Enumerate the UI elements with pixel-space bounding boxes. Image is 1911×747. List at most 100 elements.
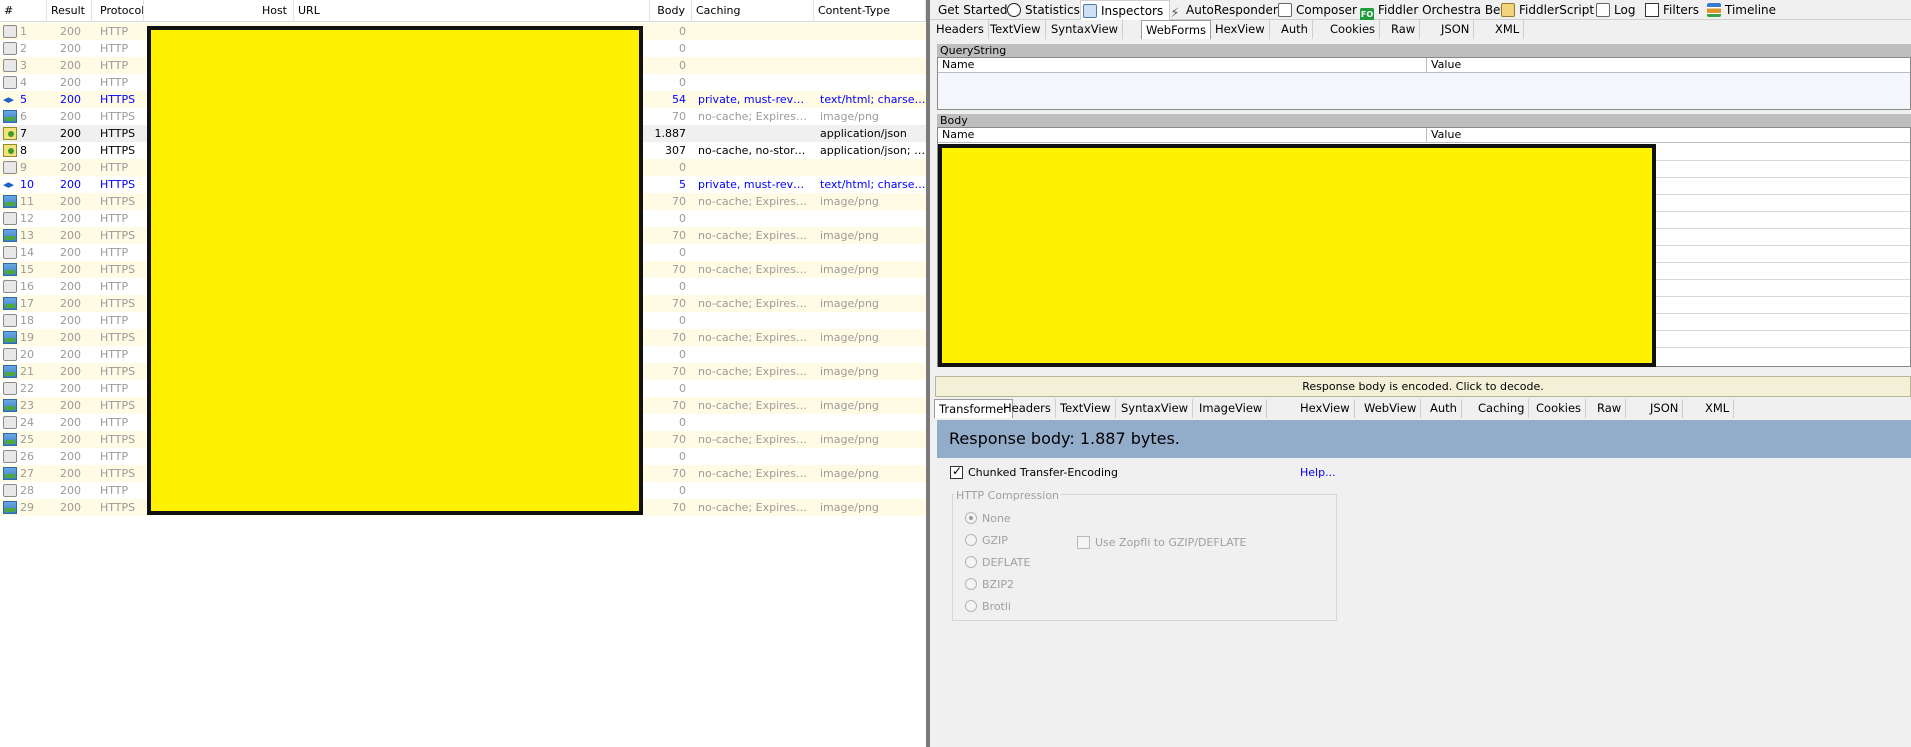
resp-tab-imageview[interactable]: ImageView	[1195, 399, 1268, 418]
tab-log[interactable]: Log	[1594, 0, 1635, 20]
row-caching: no-cache; Expires: -1	[698, 467, 808, 480]
radio-brotli[interactable]	[965, 600, 977, 612]
help-link[interactable]: Help...	[1300, 466, 1336, 479]
radio-deflate-label[interactable]: DEFLATE	[982, 556, 1030, 569]
row-protocol: HTTP	[100, 246, 129, 259]
row-result: 200	[60, 144, 81, 157]
row-body-size: 70	[672, 110, 686, 123]
tab-timeline[interactable]: Timeline	[1705, 0, 1776, 20]
row-content-type: image/png	[820, 331, 879, 344]
req-tab-raw[interactable]: Raw	[1387, 20, 1421, 39]
row-protocol: HTTP	[100, 212, 129, 225]
col-result[interactable]: Result	[47, 0, 92, 22]
col-host[interactable]: Host	[144, 0, 294, 22]
row-body-size: 70	[672, 195, 686, 208]
tab-composer[interactable]: Composer	[1276, 0, 1357, 20]
resp-tab-caching[interactable]: Caching	[1474, 399, 1530, 418]
row-body-size: 0	[679, 59, 686, 72]
row-number: 20	[20, 348, 34, 361]
row-caching: no-cache; Expires: -1	[698, 297, 808, 310]
row-protocol: HTTPS	[100, 229, 136, 242]
row-number: 26	[20, 450, 34, 463]
row-content-type: image/png	[820, 110, 879, 123]
col-body[interactable]: Body	[650, 0, 692, 22]
req-tab-cookies[interactable]: Cookies	[1326, 20, 1381, 39]
redacted-host-url-block	[147, 26, 643, 515]
request-tab-strip: Headers TextView SyntaxView WebForms Hex…	[930, 20, 1911, 39]
row-number: 22	[20, 382, 34, 395]
row-result: 200	[60, 42, 81, 55]
pencil-icon	[1278, 3, 1292, 17]
zopfli-checkbox[interactable]	[1077, 536, 1090, 549]
tab-fiddlerscript[interactable]: FiddlerScript	[1499, 0, 1594, 20]
row-content-type: image/png	[820, 297, 879, 310]
resp-tab-syntaxview[interactable]: SyntaxView	[1117, 399, 1194, 418]
radio-bzip2-label[interactable]: BZIP2	[982, 578, 1014, 591]
body-col-value: Value	[1426, 128, 1461, 142]
radio-deflate[interactable]	[965, 556, 977, 568]
row-number: 21	[20, 365, 34, 378]
tab-inspectors[interactable]: Inspectors	[1080, 0, 1171, 21]
radio-none[interactable]	[965, 512, 977, 524]
req-tab-xml[interactable]: XML	[1491, 20, 1525, 39]
tab-autoresponder[interactable]: ⚡ AutoResponder	[1166, 0, 1277, 21]
tab-filters[interactable]: Filters	[1643, 0, 1699, 20]
radio-none-label[interactable]: None	[982, 512, 1011, 525]
row-content-type: application/json; chars	[820, 144, 926, 157]
tab-get-started[interactable]: Get Started	[936, 0, 1008, 20]
resp-tab-auth[interactable]: Auth	[1426, 399, 1462, 418]
resp-tab-headers[interactable]: Headers	[999, 399, 1056, 418]
row-protocol: HTTP	[100, 280, 129, 293]
resp-tab-textview[interactable]: TextView	[1056, 399, 1116, 418]
row-result: 200	[60, 127, 81, 140]
req-tab-syntaxview[interactable]: SyntaxView	[1047, 20, 1124, 39]
radio-gzip[interactable]	[965, 534, 977, 546]
chunked-checkbox[interactable]	[950, 464, 963, 479]
req-tab-headers[interactable]: Headers	[932, 20, 989, 39]
row-protocol: HTTP	[100, 59, 129, 72]
row-result: 200	[60, 178, 81, 191]
row-protocol: HTTP	[100, 76, 129, 89]
lock-icon	[3, 314, 17, 327]
req-tab-auth[interactable]: Auth	[1277, 20, 1313, 39]
radio-brotli-label[interactable]: Brotli	[982, 600, 1011, 613]
resp-tab-cookies[interactable]: Cookies	[1532, 399, 1587, 418]
zopfli-label[interactable]: Use Zopfli to GZIP/DEFLATE	[1095, 536, 1246, 549]
tab-label: Inspectors	[1101, 4, 1164, 18]
col-caching[interactable]: Caching	[692, 0, 814, 22]
col-number[interactable]: #	[0, 0, 47, 22]
radio-gzip-label[interactable]: GZIP	[982, 534, 1008, 547]
resp-tab-hexview[interactable]: HexView	[1296, 399, 1355, 418]
row-number: 25	[20, 433, 34, 446]
col-url[interactable]: URL	[294, 0, 650, 22]
col-protocol[interactable]: Protocol	[92, 0, 144, 22]
row-protocol: HTTPS	[100, 467, 136, 480]
row-caching: private, must-revali...	[698, 93, 808, 106]
querystring-grid[interactable]: Name Value	[937, 57, 1911, 110]
resp-tab-raw[interactable]: Raw	[1593, 399, 1627, 418]
row-result: 200	[60, 195, 81, 208]
tab-fiddler-orchestra[interactable]: FO Fiddler Orchestra Beta	[1358, 0, 1513, 22]
radio-bzip2[interactable]	[965, 578, 977, 590]
resp-tab-xml[interactable]: XML	[1701, 399, 1735, 418]
row-body-size: 307	[665, 144, 686, 157]
response-tab-strip: Transformer Headers TextView SyntaxView …	[930, 399, 1911, 418]
col-content-type[interactable]: Content-Type	[814, 0, 926, 22]
req-tab-json[interactable]: JSON	[1437, 20, 1475, 39]
req-tab-webforms[interactable]: WebForms	[1141, 20, 1212, 39]
decode-bar[interactable]: Response body is encoded. Click to decod…	[935, 376, 1911, 397]
req-tab-textview[interactable]: TextView	[986, 20, 1046, 39]
req-tab-hexview[interactable]: HexView	[1211, 20, 1270, 39]
resp-tab-json[interactable]: JSON	[1646, 399, 1684, 418]
chunked-label[interactable]: Chunked Transfer-Encoding	[968, 466, 1118, 479]
tab-statistics[interactable]: Statistics	[1005, 0, 1080, 20]
row-number: 14	[20, 246, 34, 259]
image-icon	[3, 195, 17, 208]
row-content-type: application/json	[820, 127, 907, 140]
script-icon	[1501, 3, 1515, 17]
lock-icon	[3, 450, 17, 463]
resp-tab-webview[interactable]: WebView	[1360, 399, 1422, 418]
row-body-size: 70	[672, 433, 686, 446]
image-icon	[3, 263, 17, 276]
image-icon	[3, 399, 17, 412]
